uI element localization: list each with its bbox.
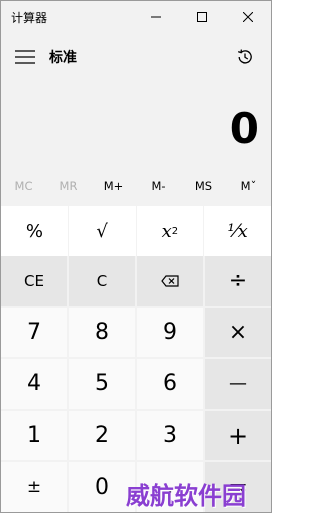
function-row: % √ x2 ¹⁄x <box>1 206 271 256</box>
memory-store-button[interactable]: MS <box>181 179 226 193</box>
digit-2-button[interactable]: 2 <box>69 410 135 461</box>
maximize-icon <box>197 12 207 22</box>
clear-entry-button[interactable]: CE <box>1 256 67 306</box>
memory-subtract-button[interactable]: M- <box>136 179 181 193</box>
add-button[interactable]: + <box>205 410 271 461</box>
digit-4-button[interactable]: 4 <box>1 359 67 409</box>
digit-6-button[interactable]: 6 <box>137 359 203 409</box>
memory-recall-button[interactable]: MR <box>46 179 91 193</box>
digit-1-button[interactable]: 1 <box>1 410 67 461</box>
minimize-button[interactable] <box>133 1 179 33</box>
memory-add-button[interactable]: M+ <box>91 179 136 193</box>
window-title: 计算器 <box>11 10 48 25</box>
app-bar: 标准 <box>1 33 271 81</box>
watermark-text: 威航软件园 <box>126 481 246 510</box>
reciprocal-button[interactable]: ¹⁄x <box>204 206 271 256</box>
mode-title: 标准 <box>49 50 77 66</box>
divide-button[interactable]: ÷ <box>205 256 271 306</box>
hamburger-icon <box>15 50 35 64</box>
square-base-label: x <box>161 220 172 242</box>
backspace-icon <box>161 275 179 287</box>
digit-7-button[interactable]: 7 <box>1 307 67 358</box>
digit-8-button[interactable]: 8 <box>69 307 135 358</box>
digit-9-button[interactable]: 9 <box>137 307 203 358</box>
digit-3-button[interactable]: 3 <box>137 410 203 461</box>
history-button[interactable] <box>225 33 265 81</box>
square-exponent-label: 2 <box>171 225 179 237</box>
percent-button[interactable]: % <box>1 206 68 256</box>
multiply-button[interactable]: × <box>205 307 271 358</box>
subtract-button[interactable]: — <box>205 359 271 409</box>
history-icon <box>237 49 252 64</box>
negate-button[interactable]: ± <box>1 462 67 512</box>
memory-list-button[interactable]: Mˇ <box>226 179 271 193</box>
square-root-button[interactable]: √ <box>68 206 136 256</box>
title-bar: 计算器 <box>1 1 271 33</box>
close-icon <box>243 12 253 22</box>
clear-button[interactable]: C <box>69 256 135 306</box>
digit-5-button[interactable]: 5 <box>69 359 135 409</box>
close-button[interactable] <box>225 1 271 33</box>
maximize-button[interactable] <box>179 1 225 33</box>
navigation-menu-button[interactable] <box>1 33 49 81</box>
keypad: % √ x2 ¹⁄x CE C ÷ 7 8 9 × 4 5 6 — 1 2 3 … <box>1 206 271 512</box>
result-display: 0 <box>229 104 259 153</box>
memory-row: MC MR M+ M- MS Mˇ <box>1 176 271 196</box>
square-button[interactable]: x2 <box>136 206 204 256</box>
calculator-window: 计算器 标准 0 MC MR M+ M- MS Mˇ % √ x 2 ¹⁄x C… <box>0 0 272 513</box>
main-grid: CE C ÷ 7 8 9 × 4 5 6 — 1 2 3 + ± 0 . = <box>1 256 271 512</box>
memory-clear-button[interactable]: MC <box>1 179 46 193</box>
minimize-icon <box>151 16 161 18</box>
backspace-button[interactable] <box>137 256 203 306</box>
